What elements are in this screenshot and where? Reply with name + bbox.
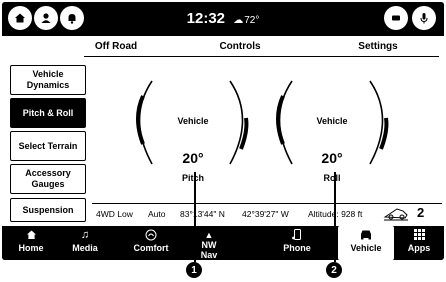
gauges-graphic: [136, 80, 389, 165]
nav-vehicle-label: Vehicle: [350, 243, 382, 253]
pitch-name: Pitch: [181, 173, 205, 183]
longitude-text: 83°13'44" N: [180, 209, 225, 219]
callout-2-leader: [334, 172, 336, 262]
nav-media[interactable]: ♫ Media: [58, 226, 112, 260]
offroad-panel: Off Road Controls Settings Vehicle Dynam…: [2, 36, 444, 226]
roll-right-arc: [369, 80, 384, 165]
roll-value: 20°: [321, 150, 343, 166]
nav-comfort-label: Comfort: [133, 243, 169, 253]
nav-comfort[interactable]: Comfort: [124, 226, 178, 260]
pitch-left-indicator: [136, 95, 145, 145]
transfer-case-text: Auto: [148, 209, 166, 219]
nav-phone[interactable]: Phone: [270, 226, 324, 260]
roll-name: Roll: [323, 173, 341, 183]
gear-indicator: 2: [417, 205, 425, 220]
comfort-icon: [145, 229, 157, 242]
roll-left-arc: [278, 80, 293, 165]
nav-vehicle[interactable]: Vehicle: [338, 226, 394, 260]
nav-navigation-label: Nav: [200, 250, 218, 260]
nav-home[interactable]: Home: [4, 226, 58, 260]
apps-grid-icon: [413, 229, 425, 242]
media-source-icon[interactable]: [384, 6, 408, 30]
pitch-gauge-label: Vehicle: [177, 116, 209, 126]
bottom-nav-bar: Home ♫ Media Comfort ▲ NW Nav Phone Vehi…: [2, 226, 444, 260]
nav-media-label: Media: [72, 243, 98, 253]
callout-1-leader: [194, 172, 196, 262]
nav-navigation[interactable]: ▲ NW Nav: [182, 226, 236, 260]
temperature-text: 72°: [244, 15, 260, 26]
roll-left-indicator: [276, 95, 285, 145]
pitch-right-arc: [229, 80, 244, 165]
nav-apps[interactable]: Apps: [396, 226, 442, 260]
vehicle-info-bar: 4WD Low Auto 83°13'44" N 42°39'27" W Alt…: [92, 203, 442, 223]
vehicle-tilt-icon: [383, 208, 408, 221]
music-note-icon: ♫: [80, 229, 90, 241]
roll-gauge-label: Vehicle: [316, 116, 348, 126]
callout-2: 2: [326, 262, 342, 278]
drive-mode-text: 4WD Low: [96, 209, 133, 219]
home-icon: [26, 229, 37, 242]
time-text: 12:32: [186, 10, 226, 27]
phone-icon: [292, 229, 302, 242]
vehicle-icon: [359, 229, 373, 242]
pitch-value: 20°: [182, 150, 204, 166]
status-bar: 12:32 ☁72°: [2, 2, 444, 36]
nav-phone-label: Phone: [283, 243, 311, 253]
clock: 12:32 ☁72°: [2, 10, 444, 27]
pitch-left-arc: [138, 80, 153, 165]
compass-heading: NW: [201, 240, 217, 250]
nav-home-label: Home: [18, 243, 44, 253]
nav-apps-label: Apps: [407, 243, 431, 253]
microphone-icon[interactable]: [412, 6, 436, 30]
latitude-text: 42°39'27" W: [242, 209, 289, 219]
head-unit-screen: 12:32 ☁72° Off Road Controls Settings Ve…: [2, 2, 444, 260]
callout-1: 1: [186, 262, 202, 278]
weather-icon: ☁: [233, 15, 244, 26]
